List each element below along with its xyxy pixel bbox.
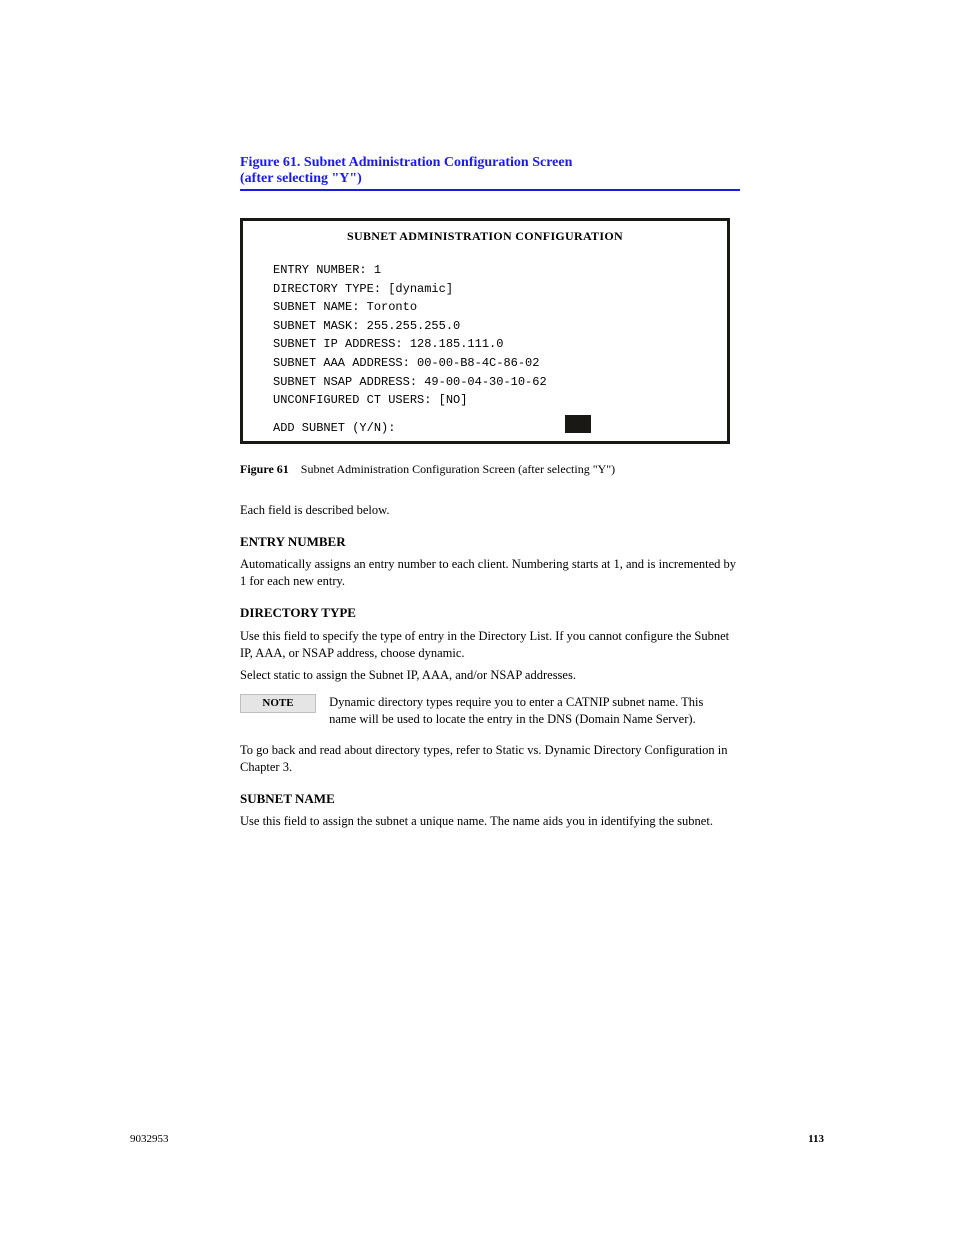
config-screen-header: SUBNET ADMINISTRATION CONFIGURATION bbox=[243, 229, 727, 244]
config-line: SUBNET NAME: Toronto bbox=[273, 298, 697, 317]
field-para: Automatically assigns an entry number to… bbox=[240, 556, 740, 590]
body-text: Each field is described below. ENTRY NUM… bbox=[240, 496, 740, 830]
title-crossref[interactable]: Figure 61. Subnet Administration Configu… bbox=[240, 155, 740, 191]
figure-caption: Figure 61 Subnet Administration Configur… bbox=[240, 462, 740, 477]
field-heading-directory-type: DIRECTORY TYPE bbox=[240, 604, 740, 622]
add-subnet-label: ADD SUBNET (Y/N): bbox=[273, 421, 395, 435]
note-body: Dynamic directory types require you to e… bbox=[329, 694, 729, 728]
figure-text: Subnet Administration Configuration Scre… bbox=[301, 462, 615, 476]
title-line-1: Figure 61. Subnet Administration Configu… bbox=[240, 155, 740, 171]
footer-page-number: 113 bbox=[808, 1133, 824, 1145]
field-para: Use this field to assign the subnet a un… bbox=[240, 813, 740, 830]
config-line: DIRECTORY TYPE: [dynamic] bbox=[273, 280, 697, 299]
note-label: NOTE bbox=[240, 694, 316, 713]
field-para: Use this field to specify the type of en… bbox=[240, 628, 740, 662]
footer-doc-id: 9032953 bbox=[130, 1133, 169, 1145]
config-screen-lines: ENTRY NUMBER: 1 DIRECTORY TYPE: [dynamic… bbox=[273, 261, 697, 410]
config-line: ENTRY NUMBER: 1 bbox=[273, 261, 697, 280]
config-screen-figure: SUBNET ADMINISTRATION CONFIGURATION ENTR… bbox=[240, 218, 730, 444]
field-heading-entry-number: ENTRY NUMBER bbox=[240, 533, 740, 551]
field-heading-subnet-name: SUBNET NAME bbox=[240, 790, 740, 808]
title-line-2: (after selecting "Y") bbox=[240, 171, 740, 187]
config-line: SUBNET AAA ADDRESS: 00-00-B8-4C-86-02 bbox=[273, 354, 697, 373]
back-reference: To go back and read about directory type… bbox=[240, 742, 740, 776]
page: Figure 61. Subnet Administration Configu… bbox=[0, 0, 954, 1235]
note-row: NOTE Dynamic directory types require you… bbox=[240, 694, 740, 728]
field-para: Select static to assign the Subnet IP, A… bbox=[240, 667, 740, 684]
config-line: SUBNET IP ADDRESS: 128.185.111.0 bbox=[273, 335, 697, 354]
config-line: SUBNET MASK: 255.255.255.0 bbox=[273, 317, 697, 336]
cursor-block-icon bbox=[565, 415, 591, 433]
figure-label: Figure 61 bbox=[240, 462, 289, 476]
page-footer: 9032953 113 bbox=[130, 1133, 824, 1145]
intro-line: Each field is described below. bbox=[240, 502, 740, 519]
config-line: SUBNET NSAP ADDRESS: 49-00-04-30-10-62 bbox=[273, 373, 697, 392]
config-line: UNCONFIGURED CT USERS: [NO] bbox=[273, 391, 697, 410]
